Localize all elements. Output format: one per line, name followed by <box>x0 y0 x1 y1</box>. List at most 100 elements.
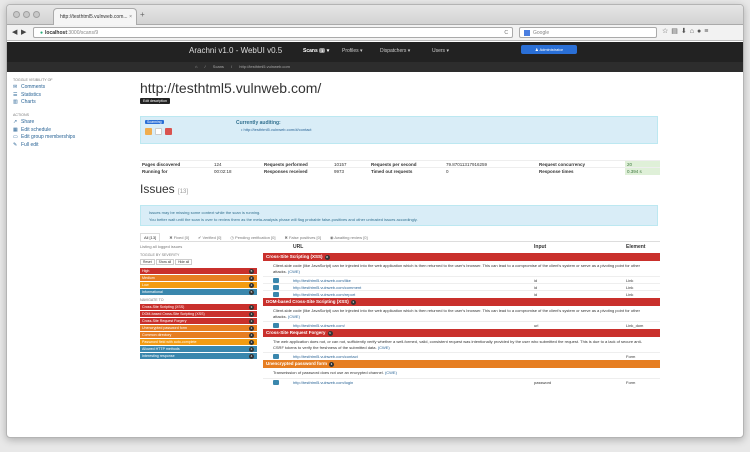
severity-toggle-informational[interactable]: Informational 5 <box>140 289 257 295</box>
sidebar-item-share[interactable]: ↗ Share <box>13 119 125 125</box>
issue-group-header[interactable]: Cross-Site Request Forgery 1 <box>263 329 660 337</box>
navigate-item[interactable]: Common directory 1 <box>140 332 257 338</box>
navigate-item[interactable]: Cross-Site Request Forgery 1 <box>140 318 257 324</box>
app-brand[interactable]: Arachni v1.0 - WebUI v0.5 <box>189 46 282 55</box>
navigate-item[interactable]: Cross-Site Scripting (XSS) 3 <box>140 304 257 310</box>
forward-icon[interactable]: ▶ <box>21 28 26 36</box>
sidebar-item-statistics[interactable]: ☰ Statistics <box>13 92 125 98</box>
issue-details-icon[interactable] <box>273 292 279 297</box>
issue-url-link[interactable]: http://testhtml5.vulnweb.com/report <box>293 291 355 298</box>
list-icon: ☰ <box>13 91 18 98</box>
home-icon[interactable]: ⌂ <box>690 28 697 35</box>
breadcrumb-separator: / <box>204 64 206 69</box>
issue-row[interactable]: http://testhtml5.vulnweb.com/report id Lin… <box>263 290 660 297</box>
tab-verified[interactable]: ✔ Verified [0] <box>198 235 221 240</box>
new-tab-button[interactable]: + <box>140 10 145 19</box>
breadcrumb-home-icon[interactable]: ⌂ <box>195 64 197 69</box>
severity-toggle-medium[interactable]: Medium 2 <box>140 275 257 281</box>
table-header: URL Input Element <box>263 244 660 252</box>
navigate-count-badge: 1 <box>249 332 254 338</box>
issue-group-header[interactable]: Cross-Site Scripting (XSS) 3 <box>263 253 660 261</box>
cwe-link[interactable]: (CWE) <box>288 314 300 319</box>
issue-row[interactable]: http://testhtml5.vulnweb.com/login passwo… <box>263 377 660 386</box>
issue-element: Link_dom <box>626 323 644 328</box>
show-all-button[interactable]: Show all <box>155 259 175 265</box>
cwe-link[interactable]: (CWE) <box>288 269 300 274</box>
severity-toggle-low[interactable]: Low 1 <box>140 282 257 288</box>
tab-pending-verification[interactable]: ◷ Pending verification [0] <box>230 235 275 240</box>
auditing-url[interactable]: • http://testhtml5.vulnweb.com/#/contact <box>241 127 312 132</box>
cwe-link[interactable]: (CWE) <box>378 345 390 350</box>
edit-description-button[interactable]: Edit description <box>140 98 170 104</box>
description-text: Client-side code (like JavaScript) can b… <box>273 308 640 319</box>
issue-url-link[interactable]: http://testhtml5.vulnweb.com/contact <box>293 353 358 360</box>
issue-details-icon[interactable] <box>273 354 279 359</box>
reload-icon[interactable]: C <box>504 28 508 38</box>
star-icon[interactable]: ☆ <box>662 28 671 35</box>
back-icon[interactable]: ◀ <box>12 28 17 36</box>
issue-element: Link <box>626 292 634 297</box>
issue-row[interactable]: http://testhtml5.vulnweb.com/url Link_dom <box>263 321 660 328</box>
admin-user-button[interactable]: ♟ Administrator <box>521 45 577 54</box>
menu-icon[interactable]: ≡ <box>704 28 711 35</box>
sidebar-item-label: Share <box>21 119 35 125</box>
sidebar-item-edit-schedule[interactable]: ▦ Edit schedule <box>13 127 125 133</box>
pause-button[interactable] <box>145 128 152 135</box>
sidebar-item-label: Statistics <box>21 91 42 98</box>
sidebar-item-comments[interactable]: ✉ Comments <box>13 84 125 90</box>
download-icon[interactable]: ⬇ <box>681 28 690 35</box>
tab-fixed[interactable]: ✖ Fixed [0] <box>169 235 189 240</box>
browser-window: http://testhtml5.vulnweb.com... × + ◀ ▶ ●… <box>6 4 744 438</box>
site-icon: ● <box>40 30 44 36</box>
sidebar-item-full-edit[interactable]: ✎ Full edit <box>13 142 125 148</box>
issue-row[interactable]: http://testhtml5.vulnweb.com/contact Form <box>263 352 660 359</box>
browser-tab[interactable]: http://testhtml5.vulnweb.com... × <box>53 8 137 25</box>
suspend-button[interactable] <box>155 128 162 135</box>
close-window-button[interactable] <box>13 11 20 18</box>
severity-label: High <box>142 269 150 273</box>
navigate-item[interactable]: Allowed HTTP methods 1 <box>140 346 257 352</box>
breadcrumb-current: http://testhtml5.vulnweb.com <box>239 64 290 69</box>
close-tab-icon[interactable]: × <box>129 9 132 25</box>
tab-awaiting-review[interactable]: ◉ Awaiting review [0] <box>330 235 368 240</box>
sidebar-item-edit-groups[interactable]: ▭ Edit group memberships <box>13 134 125 140</box>
issue-group-header[interactable]: DOM-based Cross-Site Scripting (XSS) 1 <box>263 298 660 306</box>
issue-group-header[interactable]: Unencrypted password form 1 <box>263 360 660 368</box>
cwe-link[interactable]: (CWE) <box>385 370 397 375</box>
severity-toggle-high[interactable]: High 5 <box>140 268 257 274</box>
sidebar-item-charts[interactable]: ▥ Charts <box>13 99 125 105</box>
hide-all-button[interactable]: Hide all <box>175 259 193 265</box>
nav-users[interactable]: Users ▾ <box>432 48 449 54</box>
minimize-window-button[interactable] <box>23 11 30 18</box>
tab-false-positives[interactable]: ✖ False positives [0] <box>285 235 321 240</box>
warning-line: Issues may be missing some context while… <box>149 210 261 215</box>
navigate-label: Password field with auto-complete <box>142 340 197 344</box>
navigate-item[interactable]: Password field with auto-complete 1 <box>140 339 257 345</box>
nav-scans[interactable]: Scans 1 ▾ <box>303 48 329 54</box>
clipboard-icon[interactable]: ▤ <box>671 28 681 35</box>
navigate-item[interactable]: Unencrypted password form 1 <box>140 325 257 331</box>
tab-all[interactable]: All [13] <box>140 233 161 241</box>
issue-row[interactable]: http://testhtml5.vulnweb.com/comment id Li… <box>263 283 660 290</box>
abort-button[interactable] <box>165 128 172 135</box>
issue-details-icon[interactable] <box>273 323 279 328</box>
severity-count-badge: 5 <box>249 289 254 295</box>
navigate-item[interactable]: DOM-based Cross-Site Scripting (XSS) 1 <box>140 311 257 317</box>
share-icon: ↗ <box>13 119 18 125</box>
issues-count: [13] <box>178 189 189 195</box>
issue-row[interactable]: http://testhtml5.vulnweb.com/like id Link <box>263 276 660 283</box>
zoom-window-button[interactable] <box>33 11 40 18</box>
navigate-item[interactable]: Interesting response 4 <box>140 353 257 359</box>
url-field[interactable]: ● localhost:3000/scans/9 C <box>33 27 513 38</box>
issue-element: Form <box>626 379 636 385</box>
issue-url-link[interactable]: http://testhtml5.vulnweb.com/ <box>293 322 345 329</box>
stat-label: Running for <box>140 167 212 175</box>
issue-url-link[interactable]: http://testhtml5.vulnweb.com/login <box>293 379 353 386</box>
reset-button[interactable]: Reset <box>140 259 155 265</box>
nav-profiles[interactable]: Profiles ▾ <box>342 48 363 54</box>
issue-details-icon[interactable] <box>273 379 279 385</box>
breadcrumb-scans[interactable]: Scans <box>213 64 224 69</box>
search-field[interactable]: Google <box>519 27 657 38</box>
scans-count-badge: 1 <box>319 48 326 53</box>
nav-dispatchers[interactable]: Dispatchers ▾ <box>380 48 410 54</box>
